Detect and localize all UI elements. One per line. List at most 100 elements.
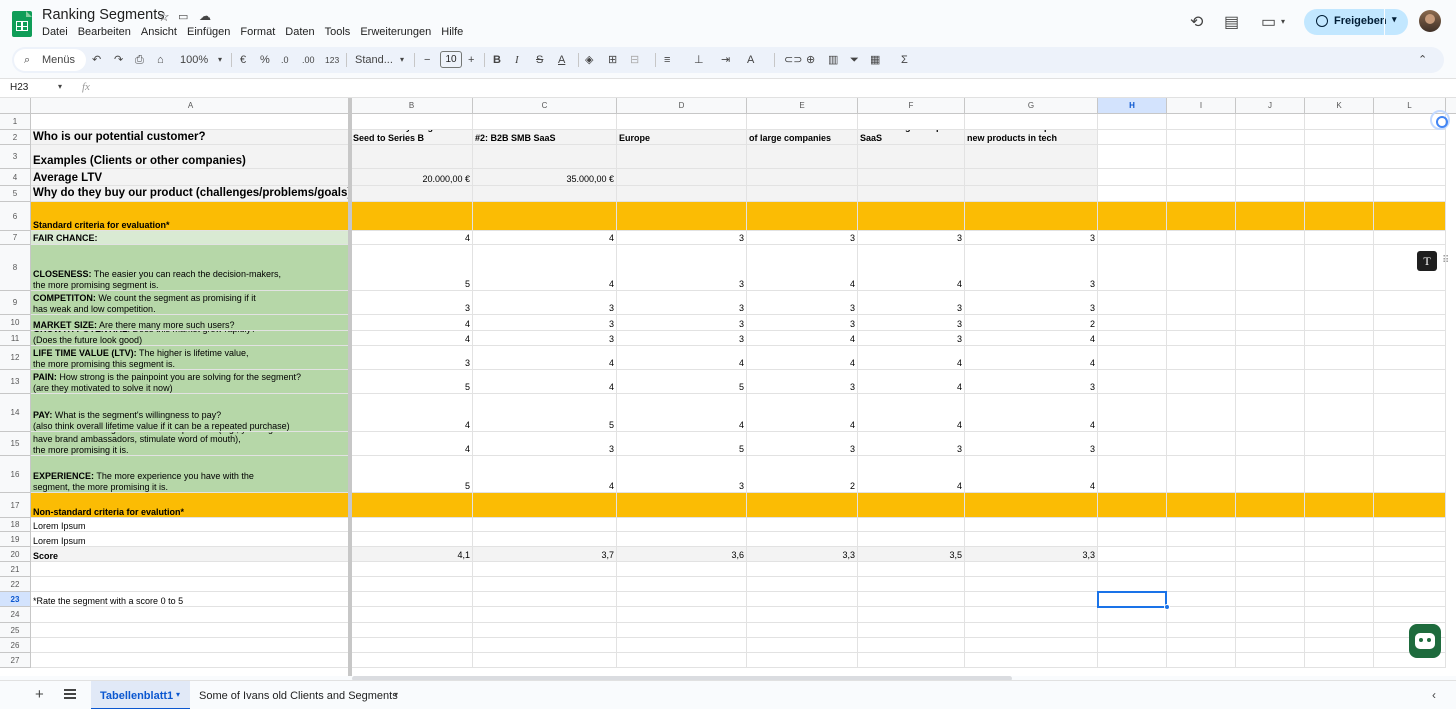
grid-cell[interactable]: [1098, 202, 1167, 231]
score-cell[interactable]: 4: [351, 432, 473, 456]
score-cell[interactable]: 3: [965, 231, 1098, 245]
total-score[interactable]: 3,5: [858, 547, 965, 562]
grid-cell[interactable]: [1305, 114, 1374, 130]
grid-cell[interactable]: [351, 145, 473, 169]
grid-cell[interactable]: [1374, 493, 1446, 518]
score-cell[interactable]: 4: [858, 346, 965, 370]
grid-cell[interactable]: [965, 518, 1098, 532]
grid-cell[interactable]: [1167, 577, 1236, 592]
row-label[interactable]: Non-standard criteria for evalution*: [31, 493, 351, 518]
grid-cell[interactable]: [1098, 346, 1167, 370]
vertical-align-icon[interactable]: ⊥: [694, 53, 704, 67]
grid-cell[interactable]: [1236, 114, 1305, 130]
increase-font-size-button[interactable]: +: [468, 53, 474, 67]
grid-cell[interactable]: [1098, 493, 1167, 518]
grid-cell[interactable]: [1305, 623, 1374, 638]
grid-cell[interactable]: [473, 562, 617, 577]
column-header[interactable]: H: [1098, 98, 1167, 114]
grid-cell[interactable]: [1167, 114, 1236, 130]
criteria-cell[interactable]: EXPERIENCE: The more experience you have…: [31, 456, 351, 493]
score-cell[interactable]: 4: [473, 231, 617, 245]
grid-cell[interactable]: [1098, 577, 1167, 592]
move-folder-icon[interactable]: ▭: [178, 10, 188, 23]
grid-cell[interactable]: [617, 592, 747, 607]
row-header[interactable]: 8: [0, 245, 31, 291]
chevron-left-icon[interactable]: ‹: [1432, 688, 1436, 702]
grid-cell[interactable]: [1167, 186, 1236, 202]
bold-button[interactable]: B: [493, 53, 501, 67]
criteria-cell[interactable]: CLOSENESS: The easier you can reach the …: [31, 245, 351, 291]
grid-cell[interactable]: [1374, 291, 1446, 315]
ltv-value[interactable]: 35.000,00 €: [473, 169, 617, 186]
row-label[interactable]: Standard criteria for evaluation*: [31, 202, 351, 231]
score-cell[interactable]: 3: [965, 245, 1098, 291]
criteria-cell[interactable]: PAIN: How strong is the painpoint you ar…: [31, 370, 351, 394]
score-cell[interactable]: 5: [351, 456, 473, 493]
grid-cell[interactable]: [1305, 394, 1374, 432]
grid-cell[interactable]: [858, 493, 965, 518]
grid-cell[interactable]: [747, 577, 858, 592]
grid-cell[interactable]: [1305, 653, 1374, 668]
grid-cell[interactable]: [1167, 291, 1236, 315]
column-header[interactable]: D: [617, 98, 747, 114]
grid-cell[interactable]: [1167, 653, 1236, 668]
score-cell[interactable]: 4: [965, 331, 1098, 346]
score-cell[interactable]: 5: [473, 394, 617, 432]
grid-cell[interactable]: [1236, 231, 1305, 245]
grid-cell[interactable]: [965, 653, 1098, 668]
grid-cell[interactable]: [1236, 186, 1305, 202]
grid-cell[interactable]: [1305, 145, 1374, 169]
grid-cell[interactable]: [747, 114, 858, 130]
grid-cell[interactable]: [1305, 456, 1374, 493]
grid-cell[interactable]: [473, 577, 617, 592]
grid-cell[interactable]: [617, 638, 747, 653]
grid-cell[interactable]: [747, 518, 858, 532]
row-header[interactable]: 24: [0, 607, 31, 623]
grid-cell[interactable]: [351, 532, 473, 547]
grid-cell[interactable]: [1374, 607, 1446, 623]
grid-cell[interactable]: [1167, 623, 1236, 638]
score-cell[interactable]: 3: [858, 291, 965, 315]
grid-cell[interactable]: [1305, 186, 1374, 202]
filter-views-icon[interactable]: ▦: [870, 53, 880, 67]
criteria-cell[interactable]: MARKET SIZE: Are there many more such us…: [31, 315, 351, 331]
grid-cell[interactable]: [747, 145, 858, 169]
grid-cell[interactable]: [747, 653, 858, 668]
row-header[interactable]: 26: [0, 638, 31, 653]
menu-help[interactable]: Hilfe: [441, 26, 468, 38]
row-label[interactable]: Score: [31, 547, 351, 562]
grid-cell[interactable]: [1236, 331, 1305, 346]
grid-cell[interactable]: [965, 532, 1098, 547]
grid-cell[interactable]: [473, 493, 617, 518]
name-box-dropdown-icon[interactable]: ▾: [58, 82, 62, 91]
grid-cell[interactable]: [858, 202, 965, 231]
score-cell[interactable]: 4: [858, 245, 965, 291]
grid-cell[interactable]: [617, 562, 747, 577]
grid-cell[interactable]: [965, 186, 1098, 202]
grid-cell[interactable]: [617, 169, 747, 186]
grid-cell[interactable]: [473, 518, 617, 532]
grid-cell[interactable]: [1098, 186, 1167, 202]
grid-cell[interactable]: [351, 518, 473, 532]
grid-cell[interactable]: [1236, 607, 1305, 623]
row-label[interactable]: Examples (Clients or other companies): [31, 145, 351, 169]
score-cell[interactable]: 5: [351, 370, 473, 394]
grid-cell[interactable]: [1236, 370, 1305, 394]
strikethrough-button[interactable]: S: [536, 53, 543, 67]
row-header[interactable]: 10: [0, 315, 31, 331]
grid-cell[interactable]: [747, 532, 858, 547]
row-header[interactable]: 18: [0, 518, 31, 532]
grid-cell[interactable]: [1305, 493, 1374, 518]
grid-cell[interactable]: [858, 518, 965, 532]
segment-header[interactable]: #3:: Accelerators and VCs in Europe: [617, 130, 747, 145]
row-header[interactable]: 2: [0, 130, 31, 145]
sheet-tab-active[interactable]: Tabellenblatt1 ▾: [91, 681, 190, 709]
grid-cell[interactable]: [1098, 145, 1167, 169]
font-size-input[interactable]: 10: [440, 51, 462, 68]
text-tool-icon[interactable]: T: [1417, 251, 1437, 271]
grid-cell[interactable]: [1236, 169, 1305, 186]
grid-cell[interactable]: [1374, 186, 1446, 202]
filter-icon[interactable]: ⏷: [850, 53, 859, 67]
score-cell[interactable]: 4: [351, 394, 473, 432]
sheets-logo-icon[interactable]: [12, 11, 32, 37]
